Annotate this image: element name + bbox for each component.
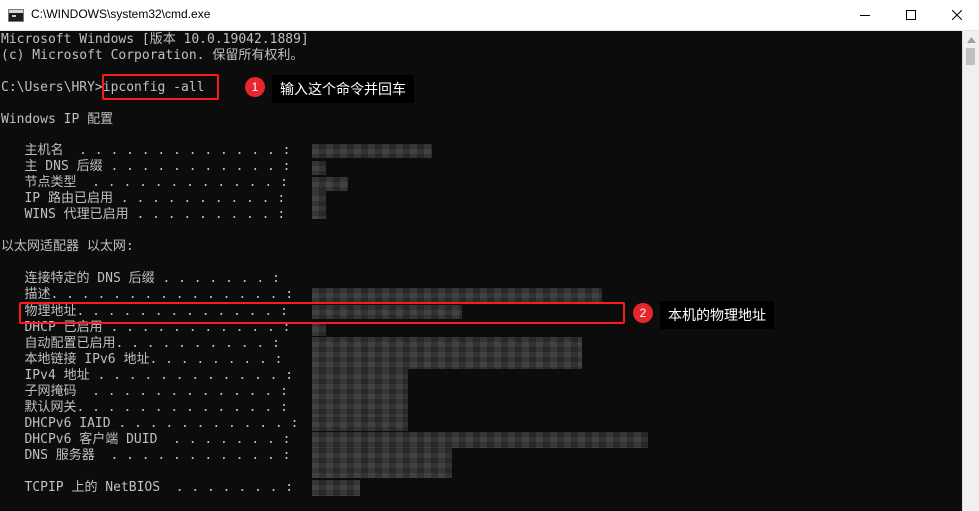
console-line: 主机名 . . . . . . . . . . . . . : [1,143,291,158]
cmd-icon [8,9,24,22]
console-line: IP 路由已启用 . . . . . . . . . . : [1,191,286,206]
command-highlight-box [102,74,219,100]
redacted-value [312,448,452,478]
console-line: 自动配置已启用. . . . . . . . . . : [1,336,280,351]
console-line: 主 DNS 后缀 . . . . . . . . . . . : [1,159,291,174]
console-line: DNS 服务器 . . . . . . . . . . . : [1,448,291,463]
console-line: 本地链接 IPv6 地址. . . . . . . . : [1,352,283,367]
physical-address-highlight-box [19,302,625,324]
maximize-button[interactable] [888,0,934,30]
minimize-icon [860,15,870,16]
console-output[interactable]: Microsoft Windows [版本 10.0.19042.1889] (… [0,31,962,511]
console-line: DHCPv6 IAID . . . . . . . . . . . : [1,416,299,431]
vertical-scrollbar[interactable] [962,31,979,511]
title-bar[interactable]: C:\WINDOWS\system32\cmd.exe [0,0,979,31]
console-line: TCPIP 上的 NetBIOS . . . . . . . : [1,480,294,495]
console-line: IPv4 地址 . . . . . . . . . . . . : [1,368,294,383]
redacted-value [312,322,326,336]
console-line: 节点类型 . . . . . . . . . . . . : [1,175,288,190]
maximize-icon [906,10,916,20]
callout-step-2: 本机的物理地址 [660,301,774,329]
console-line: 以太网适配器 以太网: [1,239,134,254]
redacted-value [312,480,360,496]
redacted-value [312,432,648,448]
scroll-up-button[interactable] [963,31,979,48]
redacted-value [312,417,408,431]
console-line: 连接特定的 DNS 后缀 . . . . . . . : [1,271,280,286]
step-badge-1: 1 [245,77,265,97]
redacted-value [312,161,326,175]
console-line: Microsoft Windows [版本 10.0.19042.1889] [1,32,309,47]
redacted-value [312,144,432,158]
console-line: 默认网关. . . . . . . . . . . . . : [1,400,288,415]
redacted-value [312,177,348,191]
redacted-value [312,337,582,369]
console-line: WINS 代理已启用 . . . . . . . . . : [1,207,286,222]
close-button[interactable] [934,0,979,30]
minimize-button[interactable] [842,0,888,30]
console-line: Windows IP 配置 [1,112,114,127]
console-line: 子网掩码 . . . . . . . . . . . . : [1,384,288,399]
scrollbar-thumb[interactable] [966,48,975,65]
redacted-value [312,191,326,219]
redacted-value [312,369,408,417]
chevron-up-icon [966,36,976,43]
callout-step-1: 输入这个命令并回车 [272,75,414,103]
console-line: 描述. . . . . . . . . . . . . . . : [1,287,294,302]
close-icon [952,10,962,20]
console-line: DHCPv6 客户端 DUID . . . . . . . : [1,432,291,447]
step-badge-2: 2 [633,303,653,323]
console-line: (c) Microsoft Corporation. 保留所有权利。 [1,48,304,63]
window-title: C:\WINDOWS\system32\cmd.exe [31,7,211,21]
